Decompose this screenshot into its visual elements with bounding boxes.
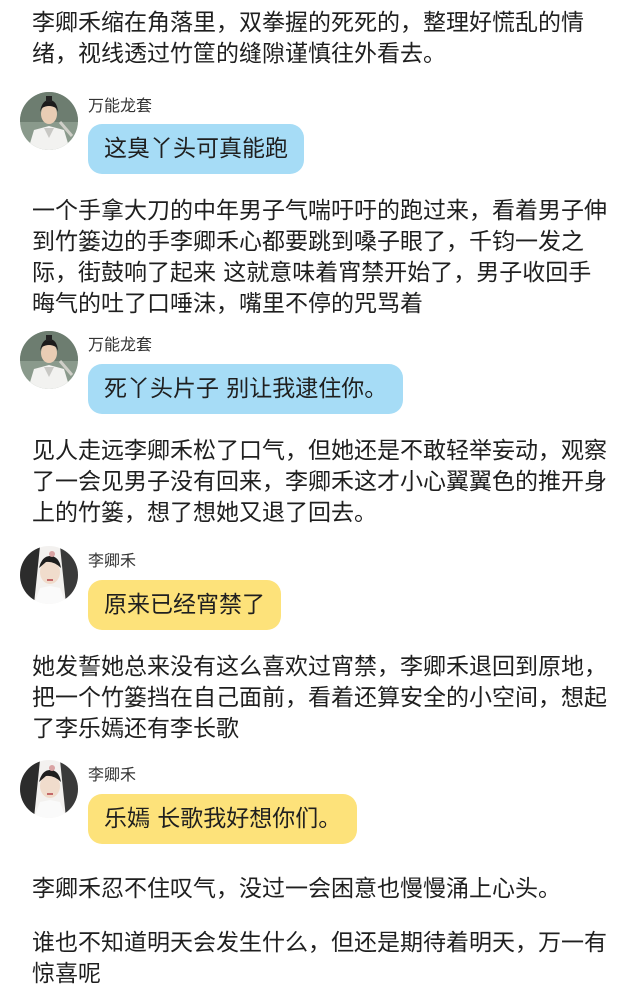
narration-paragraph: 李卿禾缩在角落里，双拳握的死死的，整理好慌乱的情绪，视线透过竹筐的缝隙谨慎往外看… [32,10,584,67]
speaker-name: 万能龙套 [88,96,153,115]
dialogue-bubble: 乐嫣 长歌我好想你们。 [88,794,358,844]
narration-paragraph: 见人走远李卿禾松了口气，但她还是不敢轻举妄动，观察了一会见男子没有回来，李卿禾这… [32,438,607,526]
speaker-name: 万能龙套 [88,335,153,354]
speaker-name: 李卿禾 [88,765,137,784]
narration-paragraph: 她发誓她总来没有这么喜欢过宵禁，李卿禾退回到原地，把一个竹篓挡在自己面前，看着还… [32,654,607,742]
narration-paragraph: 一个手拿大刀的中年男子气喘吁吁的跑过来，看着男子伸到竹篓边的手李卿禾心都要跳到嗓… [32,198,607,317]
speaker-name: 李卿禾 [88,551,137,570]
dialogue-bubble: 原来已经宵禁了 [88,580,281,630]
narration-paragraph: 李卿禾忍不住叹气，没过一会困意也慢慢涌上心头。 [32,876,561,902]
dialogue-bubble: 这臭丫头可真能跑 [88,124,304,174]
ancient-female-costume-avatar-icon[interactable] [20,760,78,818]
narration-paragraph: 谁也不知道明天会发生什么，但还是期待着明天，万一有惊喜呢 [32,930,607,987]
dialogue-bubble: 死丫头片子 别让我逮住你。 [88,364,404,414]
ancient-male-costume-avatar-icon[interactable] [20,92,78,150]
ancient-female-costume-avatar-icon[interactable] [20,546,78,604]
ancient-male-costume-avatar-icon[interactable] [20,331,78,389]
